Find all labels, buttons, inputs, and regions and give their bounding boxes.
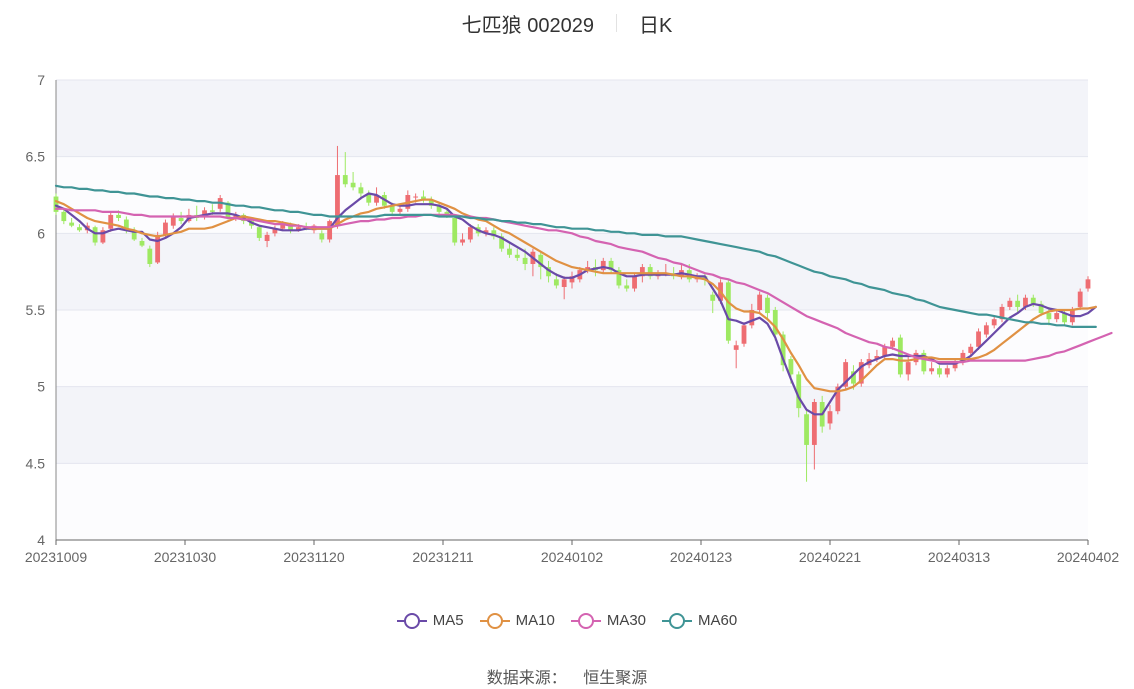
candle-body [264, 234, 270, 241]
legend-item-ma5[interactable]: MA5 [396, 612, 464, 629]
plot-band [56, 156, 1088, 234]
candle-body [804, 414, 809, 445]
x-tick-label: 20240102 [541, 549, 604, 565]
candle-body [397, 208, 403, 212]
x-tick-label: 20240123 [670, 549, 733, 565]
candle-body [178, 218, 184, 222]
candle-body [350, 182, 356, 188]
x-tick-label: 20240221 [799, 549, 862, 565]
candle-body [624, 285, 630, 289]
candle-body [342, 175, 348, 185]
candle-body [139, 241, 145, 246]
candle-body [92, 227, 98, 243]
y-tick-label: 4.5 [26, 455, 46, 471]
candle-body [413, 196, 419, 198]
x-tick-label: 20240402 [1057, 549, 1120, 565]
legend-marker [662, 612, 693, 629]
legend-item-ma30[interactable]: MA30 [570, 612, 647, 629]
candle-body [155, 234, 161, 263]
candle-body [522, 257, 528, 264]
candle-body [358, 187, 364, 194]
y-tick-label: 7 [37, 72, 45, 88]
plot-band [56, 80, 1088, 157]
data-source: 数据来源： 恒生聚源 [0, 664, 1134, 688]
candle-body [765, 297, 770, 314]
legend-marker [479, 612, 510, 629]
plot-band [56, 386, 1088, 464]
plot-band [56, 463, 1088, 540]
candle-body [757, 294, 763, 310]
candle-body [725, 282, 731, 341]
candle-body [163, 222, 168, 235]
candle-body [69, 222, 75, 226]
y-tick-label: 4 [37, 532, 45, 548]
candle-body [460, 239, 465, 243]
candle-body [741, 325, 747, 344]
candle-body [116, 214, 121, 218]
legend-marker [570, 612, 601, 629]
x-tick-label: 20231009 [25, 549, 88, 565]
candlestick-chart: 44.555.566.57 20231009 20231030 20231120 20… [25, 72, 1120, 565]
y-tick-label: 5 [37, 379, 45, 395]
y-tick-label: 6.5 [26, 149, 46, 165]
y-axis: 4 4.5 5 5.5 6 6.5 7 [26, 72, 57, 548]
legend: MA5 MA10 MA30 MA60 [0, 612, 1134, 629]
candle-body [467, 227, 473, 240]
x-tick-label: 20231120 [283, 549, 344, 565]
legend-label: MA10 [515, 612, 555, 629]
candle-body [983, 325, 989, 335]
plot-band [56, 310, 1088, 387]
candle-body [77, 227, 82, 231]
candle-body [929, 368, 935, 372]
x-tick-label: 20231030 [154, 549, 217, 565]
source-label: 数据来源： [486, 670, 567, 687]
candle-body [710, 294, 716, 301]
legend-marker [396, 612, 427, 629]
candle-body [1007, 300, 1013, 307]
y-tick-label: 5.5 [26, 302, 46, 318]
candle-body [1077, 291, 1083, 307]
y-tick-label: 6 [37, 225, 45, 241]
candle-body [147, 248, 153, 264]
candle-body [553, 279, 559, 286]
candle-body [944, 368, 950, 375]
candle-body [209, 210, 215, 212]
x-axis: 20231009 20231030 20231120 20231211 20240102… [25, 539, 1120, 565]
candle-body [1015, 300, 1021, 307]
candle-body [976, 331, 981, 347]
candle-body [108, 214, 114, 229]
legend-item-ma10[interactable]: MA10 [479, 612, 555, 629]
candle-body [319, 233, 325, 240]
candle-body [905, 362, 911, 375]
x-tick-label: 20240313 [928, 549, 991, 565]
candle-body [514, 254, 520, 258]
candle-body [61, 211, 67, 222]
candle-body [507, 248, 512, 255]
legend-label: MA60 [698, 612, 738, 629]
source-value: 恒生聚源 [583, 670, 648, 687]
candle-body [327, 221, 333, 240]
candle-body [733, 345, 739, 350]
legend-label: MA5 [432, 612, 464, 629]
candle-body [600, 260, 606, 271]
legend-label: MA30 [606, 612, 647, 629]
candle-body [561, 279, 567, 287]
candle-body [890, 340, 895, 347]
x-tick-label: 20231211 [412, 549, 473, 565]
candle-body [1046, 313, 1052, 320]
candle-body [632, 276, 637, 289]
candle-body [991, 319, 997, 326]
candle-body [452, 218, 458, 243]
candle-body [170, 216, 176, 226]
candle-body [827, 411, 833, 424]
candle-body [256, 227, 262, 238]
candle-body [1054, 313, 1060, 320]
candle-body [937, 368, 942, 375]
candle-body [968, 346, 974, 353]
candle-body [1085, 279, 1091, 289]
candle-body [811, 402, 817, 445]
legend-item-ma60[interactable]: MA60 [662, 612, 737, 629]
